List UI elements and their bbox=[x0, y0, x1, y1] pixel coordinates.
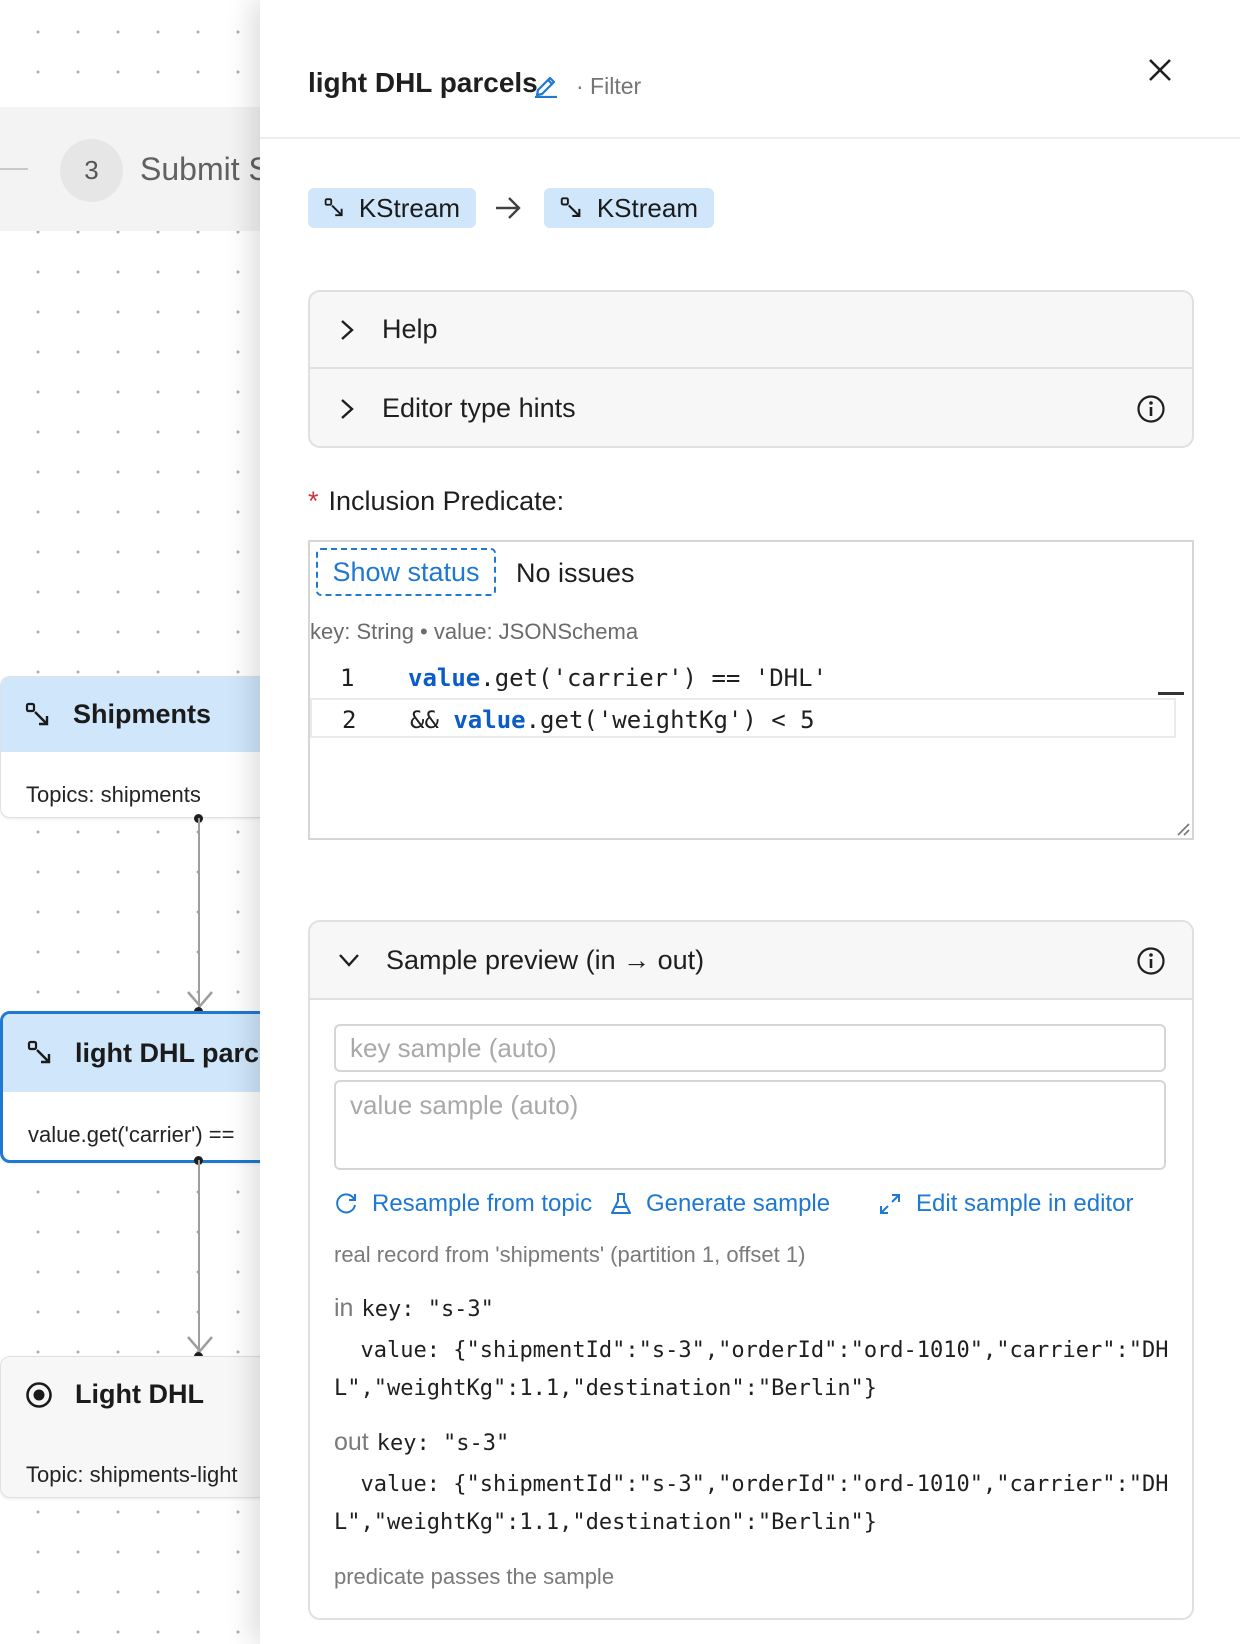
chip-label: KStream bbox=[596, 192, 698, 223]
node-header: Light DHL bbox=[1, 1357, 260, 1432]
code-rest: .get('carrier') == 'DHL' bbox=[480, 664, 828, 692]
step-label[interactable]: Submit S bbox=[140, 151, 260, 188]
sample-preview-title: Sample preview (in → out) bbox=[386, 944, 705, 975]
output-type-chip: KStream bbox=[544, 188, 714, 228]
show-status-button[interactable]: Show status bbox=[316, 548, 496, 596]
generate-sample-button[interactable]: Generate sample bbox=[610, 1190, 830, 1218]
accordion-type-hints[interactable]: Editor type hints bbox=[310, 370, 1192, 446]
key-sample-input[interactable] bbox=[334, 1024, 1166, 1072]
node-title: Light DHL bbox=[75, 1379, 204, 1409]
info-icon[interactable] bbox=[1136, 394, 1166, 424]
record-key: key: "s-3" bbox=[361, 1297, 494, 1322]
record-value: value: {"shipmentId":"s-3","orderId":"or… bbox=[334, 1472, 1169, 1535]
code-rest: .get('weightKg') < 5 bbox=[525, 706, 815, 734]
step-number[interactable]: 3 bbox=[60, 139, 123, 202]
code-pre: && bbox=[410, 706, 454, 734]
stream-icon bbox=[27, 1040, 51, 1064]
node-title: Shipments bbox=[73, 699, 212, 729]
node-subtitle: Topics: shipments bbox=[26, 782, 201, 807]
record-key: key: "s-3" bbox=[376, 1431, 510, 1456]
accordion-help[interactable]: Help bbox=[310, 292, 1192, 369]
node-header: Shipments bbox=[1, 677, 260, 752]
code-area[interactable]: 1 value.get('carrier') == 'DHL' 2 && val… bbox=[310, 658, 1192, 768]
line-number: 2 bbox=[342, 706, 357, 734]
node-filter-selected[interactable]: light DHL parc. value.get('carrier') == bbox=[0, 1011, 260, 1163]
edge-line bbox=[198, 1160, 200, 1354]
code-text: value.get('carrier') == 'DHL' bbox=[408, 664, 827, 692]
stream-icon bbox=[560, 197, 581, 217]
code-line[interactable]: 1 value.get('carrier') == 'DHL' bbox=[310, 658, 1176, 698]
sample-output-record: out key: "s-3" value: {"shipmentId":"s-3"… bbox=[334, 1422, 1174, 1542]
sink-icon bbox=[26, 1381, 52, 1408]
node-shipments[interactable]: Shipments Topics: shipments bbox=[0, 676, 260, 818]
predicate-label: * Inclusion Predicate: bbox=[308, 486, 564, 517]
arrow-right-icon bbox=[496, 197, 521, 219]
line-number: 1 bbox=[340, 664, 355, 692]
action-label: Edit sample in editor bbox=[916, 1190, 1134, 1217]
chevron-right-icon bbox=[341, 398, 354, 419]
chevron-down-icon bbox=[339, 954, 359, 967]
code-line-active[interactable]: 2 && value.get('weightKg') < 5 bbox=[310, 698, 1176, 738]
action-label: Generate sample bbox=[646, 1190, 831, 1217]
node-details-panel: light DHL parcels · Filter KStream KStre… bbox=[260, 0, 1240, 1644]
chevron-right-icon bbox=[341, 319, 354, 340]
node-sink[interactable]: Light DHL Topic: shipments-light bbox=[0, 1356, 260, 1498]
stepper-connector bbox=[0, 168, 28, 170]
editor-type-line: key: String • value: JSONSchema bbox=[310, 619, 639, 644]
code-text: && value.get('weightKg') < 5 bbox=[410, 706, 815, 734]
node-header: light DHL parc. bbox=[3, 1014, 260, 1092]
code-keyword: value bbox=[453, 706, 526, 734]
resize-grip-icon[interactable] bbox=[1174, 820, 1190, 836]
expand-icon bbox=[880, 1194, 900, 1214]
predicate-result-note: predicate passes the sample bbox=[334, 1564, 615, 1589]
sample-preview: Sample preview (in → out) Resample from … bbox=[308, 920, 1194, 1620]
predicate-editor[interactable]: Show status No issues key: String • valu… bbox=[308, 540, 1194, 840]
record-value: value: {"shipmentId":"s-3","orderId":"or… bbox=[334, 1338, 1169, 1401]
stepper: 3 Submit S bbox=[0, 107, 260, 231]
editor-status: No issues bbox=[516, 558, 635, 588]
refresh-icon bbox=[336, 1193, 356, 1214]
sample-preview-header[interactable]: Sample preview (in → out) bbox=[310, 922, 1192, 1000]
accordion-label: Editor type hints bbox=[382, 393, 576, 423]
stream-icon bbox=[324, 198, 343, 217]
pipeline-canvas: 3 Submit S Shipments Topics: shipments l… bbox=[0, 0, 260, 1644]
code-keyword: value bbox=[408, 664, 481, 692]
accordion-label: Help bbox=[382, 314, 438, 344]
panel-subtitle: · Filter bbox=[576, 73, 642, 99]
predicate-label-text: Inclusion Predicate: bbox=[328, 486, 565, 516]
sample-input-record: in key: "s-3" value: {"shipmentId":"s-3",… bbox=[334, 1288, 1174, 1408]
help-accordion: Help Editor type hints bbox=[308, 290, 1194, 448]
editor-scroll-marker bbox=[1158, 692, 1184, 695]
info-icon[interactable] bbox=[1136, 946, 1166, 976]
sample-source-note: real record from 'shipments' (partition … bbox=[334, 1242, 806, 1267]
action-label: Resample from topic bbox=[372, 1190, 593, 1217]
value-sample-input[interactable] bbox=[334, 1080, 1166, 1170]
panel-header: light DHL parcels · Filter bbox=[260, 0, 1240, 139]
panel-title: light DHL parcels bbox=[308, 67, 538, 98]
stream-icon bbox=[25, 702, 49, 725]
input-type-chip: KStream bbox=[308, 188, 476, 228]
close-button[interactable] bbox=[1140, 50, 1180, 90]
chip-label: KStream bbox=[358, 192, 460, 223]
flask-icon bbox=[611, 1193, 631, 1214]
required-mark: * bbox=[308, 486, 319, 516]
edit-sample-button[interactable]: Edit sample in editor bbox=[878, 1190, 1133, 1218]
node-subtitle: value.get('carrier') == bbox=[28, 1122, 235, 1147]
node-subtitle: Topic: shipments-light bbox=[26, 1462, 238, 1487]
resample-button[interactable]: Resample from topic bbox=[334, 1190, 592, 1218]
edit-icon[interactable] bbox=[532, 70, 560, 98]
edge-line bbox=[198, 818, 200, 1010]
close-icon bbox=[1149, 59, 1171, 81]
io-tag: out bbox=[334, 1428, 369, 1456]
node-title: light DHL parc. bbox=[75, 1037, 260, 1068]
io-tag: in bbox=[334, 1294, 354, 1322]
